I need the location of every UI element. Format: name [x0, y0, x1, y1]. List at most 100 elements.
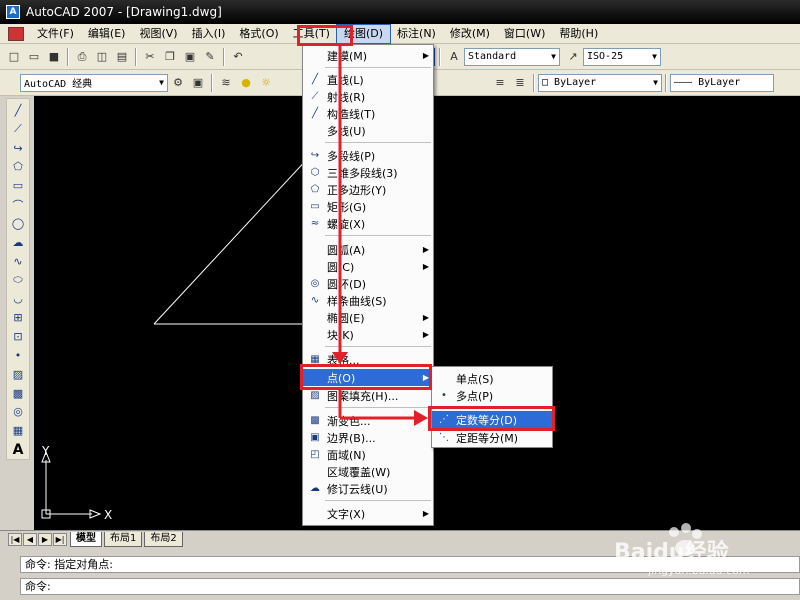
last-tab-icon[interactable]: ▶| [53, 533, 67, 546]
menu-item-3d-polyline[interactable]: ⬡ 三维多段线(3) [303, 164, 433, 181]
submenu-item-single-point[interactable]: 单点(S) [432, 370, 552, 387]
workspace-select[interactable]: AutoCAD 经典 ▼ [20, 73, 168, 92]
match-properties-icon[interactable]: ✎ [201, 48, 219, 66]
menu-edit[interactable]: 编辑(E) [81, 25, 133, 43]
menu-item-region[interactable]: ◰ 面域(N) [303, 446, 433, 463]
revcloud-icon[interactable]: ☁ [8, 233, 28, 252]
new-file-icon[interactable]: □ [5, 48, 23, 66]
menu-item-label: 多线(U) [327, 124, 366, 138]
helix-icon: ≈ [310, 218, 320, 229]
first-tab-icon[interactable]: |◀ [8, 533, 22, 546]
polygon-icon[interactable]: ⬠ [8, 158, 28, 177]
construction-line-icon[interactable]: ⟋ [8, 120, 28, 139]
menu-item-ellipse[interactable]: 椭圆(E) ▶ [303, 309, 433, 326]
chevron-down-icon: ▼ [653, 78, 658, 87]
mtext-icon[interactable]: A [8, 440, 28, 459]
make-block-icon[interactable]: ⊡ [8, 327, 28, 346]
menu-item-construction-line[interactable]: ╱ 构造线(T) [303, 105, 433, 122]
menu-item-wipeout[interactable]: 区域覆盖(W) [303, 463, 433, 480]
paste-icon[interactable]: ▣ [181, 48, 199, 66]
ellipse-icon[interactable]: ⬭ [8, 271, 28, 290]
revcloud-icon: ☁ [310, 483, 320, 494]
circle-icon[interactable]: ◯ [8, 214, 28, 233]
copy-icon[interactable]: ❐ [161, 48, 179, 66]
menu-item-donut[interactable]: ◎ 圆环(D) [303, 275, 433, 292]
menu-item-polygon[interactable]: ⬠ 正多边形(Y) [303, 181, 433, 198]
dim-style-select[interactable]: ISO-25 ▼ [583, 47, 661, 66]
arc-icon[interactable]: ⌒ [8, 195, 28, 214]
publish-icon[interactable]: ▤ [113, 48, 131, 66]
menu-item-revcloud[interactable]: ☁ 修订云线(U) [303, 480, 433, 497]
line-icon[interactable]: ╱ [8, 101, 28, 120]
menu-separator [325, 500, 431, 501]
color-select[interactable]: □ ByLayer ▼ [538, 73, 662, 92]
3d-polyline-icon: ⬡ [310, 167, 320, 178]
table-icon[interactable]: ▦ [8, 421, 28, 440]
menu-item-label: 文字(X) [327, 507, 366, 521]
undo-icon[interactable]: ↶ [229, 48, 247, 66]
workspace-save-icon[interactable]: ▣ [189, 74, 207, 92]
menu-item-polyline[interactable]: ↪ 多段线(P) [303, 147, 433, 164]
menu-item-line[interactable]: ╱ 直线(L) [303, 71, 433, 88]
menu-insert[interactable]: 插入(I) [185, 25, 233, 43]
tab-model[interactable]: 模型 [70, 532, 102, 547]
text-style-select[interactable]: Standard ▼ [464, 47, 560, 66]
menu-view[interactable]: 视图(V) [132, 25, 184, 43]
tab-layout1[interactable]: 布局1 [104, 532, 143, 547]
toolbar-separator [135, 47, 137, 66]
menu-item-circle[interactable]: 圆(C) ▶ [303, 258, 433, 275]
menu-item-label: 直线(L) [327, 73, 364, 87]
menu-item-rectangle[interactable]: ▭ 矩形(G) [303, 198, 433, 215]
menu-item-label: 定距等分(M) [456, 431, 519, 445]
drawn-triangle [153, 154, 311, 325]
menu-item-helix[interactable]: ≈ 螺旋(X) [303, 215, 433, 232]
ellipse-arc-icon[interactable]: ◡ [8, 289, 28, 308]
menu-item-block[interactable]: 块(K) ▶ [303, 326, 433, 343]
menu-item-arc[interactable]: 圆弧(A) ▶ [303, 241, 433, 258]
layer-manager-icon[interactable]: ≋ [217, 74, 235, 92]
menu-separator [325, 235, 431, 236]
menu-item-gradient[interactable]: ▩ 渐变色... [303, 412, 433, 429]
workspace-settings-icon[interactable]: ⚙ [169, 74, 187, 92]
layer-on-icon[interactable]: ● [237, 74, 255, 92]
rectangle-icon[interactable]: ▭ [8, 176, 28, 195]
menu-item-multiline[interactable]: 多线(U) [303, 122, 433, 139]
layer-freeze-icon[interactable]: ☼ [257, 74, 275, 92]
toolbar-separator [665, 73, 667, 92]
print-icon[interactable]: ⎙ [73, 48, 91, 66]
menu-help[interactable]: 帮助(H) [552, 25, 605, 43]
menu-modify[interactable]: 修改(M) [443, 25, 497, 43]
linetype-select[interactable]: ——— ByLayer [670, 73, 774, 92]
submenu-item-multiple-point[interactable]: • 多点(P) [432, 387, 552, 404]
menu-item-label: 三维多段线(3) [327, 166, 398, 180]
preview-icon[interactable]: ◫ [93, 48, 111, 66]
menu-format[interactable]: 格式(O) [232, 25, 285, 43]
region-icon[interactable]: ◎ [8, 403, 28, 422]
tab-layout2[interactable]: 布局2 [144, 532, 183, 547]
menu-item-text[interactable]: 文字(X) ▶ [303, 505, 433, 522]
insert-block-icon[interactable]: ⊞ [8, 308, 28, 327]
menu-file[interactable]: 文件(F) [30, 25, 81, 43]
toolbar-separator [439, 47, 441, 66]
autocad-app-icon[interactable]: A [6, 5, 20, 19]
gradient-icon[interactable]: ▩ [8, 384, 28, 403]
menu-item-ray[interactable]: ⟋ 射线(R) [303, 88, 433, 105]
menu-window[interactable]: 窗口(W) [497, 25, 552, 43]
open-file-icon[interactable]: ▭ [25, 48, 43, 66]
next-tab-icon[interactable]: ▶ [38, 533, 52, 546]
drawing-document-icon[interactable] [8, 26, 24, 41]
layer-previous-icon[interactable]: ≣ [511, 74, 529, 92]
hatch-icon[interactable]: ▨ [8, 365, 28, 384]
polyline-icon[interactable]: ↪ [8, 139, 28, 158]
submenu-item-measure[interactable]: ⋱ 定距等分(M) [432, 429, 552, 446]
make-current-layer-icon[interactable]: ≡ [491, 74, 509, 92]
menu-item-boundary[interactable]: ▣ 边界(B)... [303, 429, 433, 446]
cut-icon[interactable]: ✂ [141, 48, 159, 66]
save-icon[interactable]: ■ [45, 48, 63, 66]
spline-icon[interactable]: ∿ [8, 252, 28, 271]
point-icon[interactable]: • [8, 346, 28, 365]
prev-tab-icon[interactable]: ◀ [23, 533, 37, 546]
menu-dimension[interactable]: 标注(N) [390, 25, 443, 43]
menu-item-spline[interactable]: ∿ 样条曲线(S) [303, 292, 433, 309]
menu-item-modeling[interactable]: 建模(M) ▶ [303, 47, 433, 64]
